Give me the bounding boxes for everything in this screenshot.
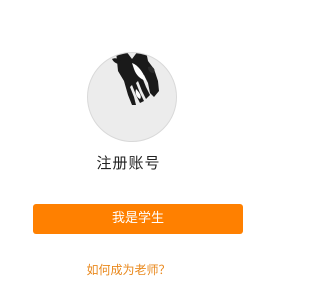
hand-drawing-avatar-icon bbox=[112, 53, 159, 105]
student-button[interactable]: 我是学生 bbox=[33, 204, 243, 234]
register-page: 注册账号 我是学生 如何成为老师？ bbox=[0, 0, 257, 298]
page-title: 注册账号 bbox=[96, 154, 161, 172]
avatar bbox=[87, 52, 177, 142]
become-teacher-link[interactable]: 如何成为老师？ bbox=[0, 261, 257, 278]
avatar-container bbox=[87, 52, 177, 142]
